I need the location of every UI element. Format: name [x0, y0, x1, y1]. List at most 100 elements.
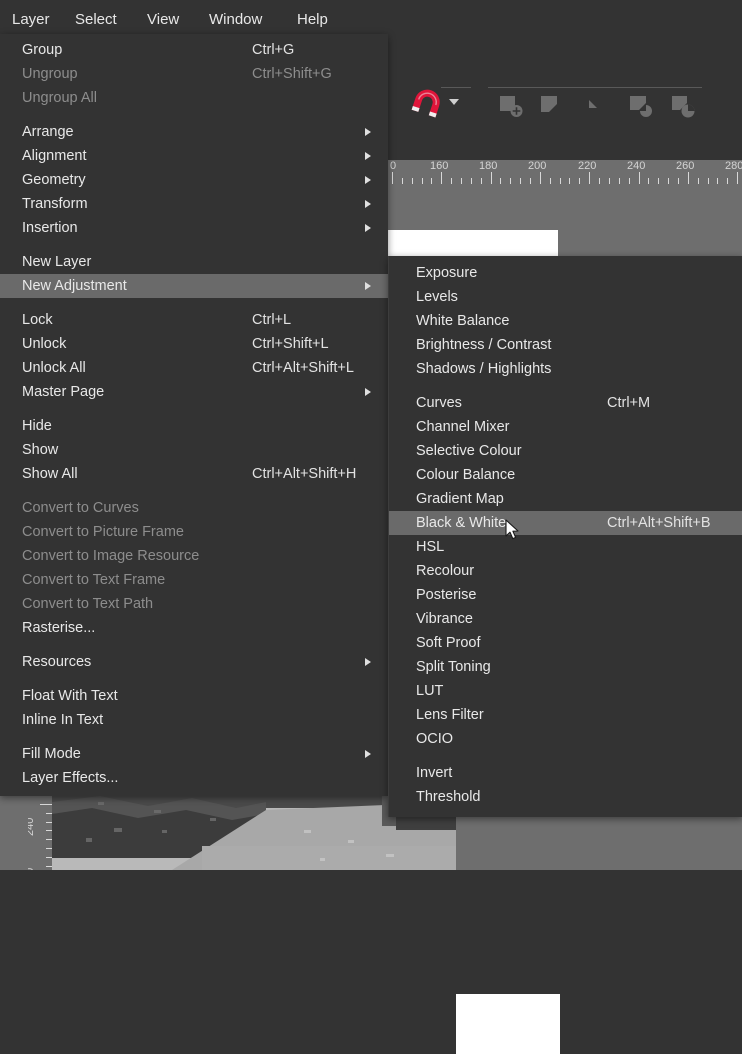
- layer-menu-item-label: Hide: [22, 418, 52, 434]
- adjustment-menu-item-posterise[interactable]: Posterise: [389, 583, 742, 607]
- layer-menu-separator: [0, 640, 388, 650]
- layer-menu-item-insertion[interactable]: Insertion: [0, 216, 388, 240]
- ruler-tick: [46, 848, 52, 849]
- layer-menu-item-label: Convert to Curves: [22, 500, 139, 516]
- layer-menu-item-label: Master Page: [22, 384, 105, 400]
- adjustment-menu-item-split-toning[interactable]: Split Toning: [389, 655, 742, 679]
- menu-new-adjustment-submenu[interactable]: Exposure Levels White Balance Brightness / …: [388, 256, 742, 817]
- ruler-tick: [599, 178, 600, 184]
- layer-menu-item-rasterise[interactable]: Rasterise...: [0, 616, 388, 640]
- adjustment-menu-item-hsl[interactable]: HSL: [389, 535, 742, 559]
- layer-menu-item-unlock-all[interactable]: Unlock All Ctrl+Alt+Shift+L: [0, 356, 388, 380]
- add-mask-icon[interactable]: [498, 93, 524, 119]
- layer-menu-item-shortcut: Ctrl+L: [252, 312, 292, 328]
- mask-small-icon[interactable]: [583, 93, 609, 119]
- ruler-tick: [727, 178, 728, 184]
- adjustment-menu-item-brightness-contrast[interactable]: Brightness / Contrast: [389, 333, 742, 357]
- adjustment-menu-item-lens-filter[interactable]: Lens Filter: [389, 703, 742, 727]
- adjustment-menu-item-label: Selective Colour: [416, 443, 522, 459]
- menubar-item-layer[interactable]: Layer: [12, 11, 50, 28]
- adjustment-menu-item-colour-balance[interactable]: Colour Balance: [389, 463, 742, 487]
- layer-menu-item-show-all[interactable]: Show All Ctrl+Alt+Shift+H: [0, 462, 388, 486]
- ruler-tick: [688, 172, 689, 184]
- layer-menu-separator: [0, 486, 388, 496]
- layer-menu-item-label: Convert to Text Path: [22, 596, 154, 612]
- adjustment-menu-item-label: Recolour: [416, 563, 475, 579]
- adjustment-menu-item-gradient-map[interactable]: Gradient Map: [389, 487, 742, 511]
- adjustment-menu-item-invert[interactable]: Invert: [389, 761, 742, 785]
- adjustment-menu-item-ocio[interactable]: OCIO: [389, 727, 742, 751]
- layer-menu-item-label: New Layer: [22, 254, 92, 270]
- adjustment-menu-item-lut[interactable]: LUT: [389, 679, 742, 703]
- layer-menu-item-master-page[interactable]: Master Page: [0, 380, 388, 404]
- submenu-arrow-icon: [365, 128, 371, 136]
- horizontal-ruler[interactable]: 0 160 180 200 220 240 260 280: [388, 160, 742, 184]
- adjustment-menu-item-white-balance[interactable]: White Balance: [389, 309, 742, 333]
- toolbar-divider-right: [488, 87, 702, 88]
- layer-menu-item-label: Alignment: [22, 148, 87, 164]
- menubar-item-help[interactable]: Help: [297, 11, 328, 28]
- ruler-tick: [579, 178, 580, 184]
- adjustment-menu-item-vibrance[interactable]: Vibrance: [389, 607, 742, 631]
- layer-menu-item-shortcut: Ctrl+G: [252, 42, 295, 58]
- application-root: 0160180200220240260280 22024060: [0, 0, 742, 1054]
- adjustment-menu-item-shadows-highlights[interactable]: Shadows / Highlights: [389, 357, 742, 381]
- layer-menu-item-shortcut: Ctrl+Alt+Shift+L: [252, 360, 354, 376]
- menubar-item-view[interactable]: View: [147, 11, 179, 28]
- fill-layer-icon[interactable]: [670, 93, 696, 119]
- ruler-tick: [481, 178, 482, 184]
- layer-menu-item-geometry[interactable]: Geometry: [0, 168, 388, 192]
- ruler-tick: [392, 172, 393, 184]
- magnet-snapping-icon[interactable]: [408, 86, 444, 122]
- layer-menu-item-layer-effects[interactable]: Layer Effects...: [0, 766, 388, 790]
- adjustment-menu-item-levels[interactable]: Levels: [389, 285, 742, 309]
- adjustment-menu-item-label: Channel Mixer: [416, 419, 510, 435]
- adjustment-menu-item-recolour[interactable]: Recolour: [389, 559, 742, 583]
- layer-menu-item-hide[interactable]: Hide: [0, 414, 388, 438]
- layer-menu-item-label: Lock: [22, 312, 53, 328]
- layer-menu-item-shortcut: Ctrl+Shift+L: [252, 336, 329, 352]
- adjustment-menu-item-soft-proof[interactable]: Soft Proof: [389, 631, 742, 655]
- layer-menu-item-convert-to-text-path: Convert to Text Path: [0, 592, 388, 616]
- adjustment-menu-item-curves[interactable]: Curves Ctrl+M: [389, 391, 742, 415]
- layer-menu-item-arrange[interactable]: Arrange: [0, 120, 388, 144]
- adjustment-menu-separator: [389, 751, 742, 761]
- submenu-arrow-icon: [365, 750, 371, 758]
- ruler-tick: [698, 178, 699, 184]
- layer-menu-item-label: Unlock All: [22, 360, 86, 376]
- layer-menu-item-new-layer[interactable]: New Layer: [0, 250, 388, 274]
- adjustment-menu-item-label: Split Toning: [416, 659, 491, 675]
- layer-menu-item-float-with-text[interactable]: Float With Text: [0, 684, 388, 708]
- adjustment-menu-item-selective-colour[interactable]: Selective Colour: [389, 439, 742, 463]
- layer-menu-separator: [0, 240, 388, 250]
- canvas-white-strip: [388, 230, 558, 256]
- ruler-tick: [431, 178, 432, 184]
- layer-menu-item-label: Show: [22, 442, 59, 458]
- layer-menu-item-alignment[interactable]: Alignment: [0, 144, 388, 168]
- adjustment-layer-icon[interactable]: [628, 93, 654, 119]
- ruler-tick: [658, 178, 659, 184]
- layer-menu-item-unlock[interactable]: Unlock Ctrl+Shift+L: [0, 332, 388, 356]
- layer-menu-item-show[interactable]: Show: [0, 438, 388, 462]
- menubar-item-window[interactable]: Window: [209, 11, 262, 28]
- layer-menu-item-inline-in-text[interactable]: Inline In Text: [0, 708, 388, 732]
- adjustment-menu-item-threshold[interactable]: Threshold: [389, 785, 742, 809]
- ruler-tick: [46, 857, 52, 858]
- ruler-tick: [40, 804, 52, 805]
- layer-menu-item-lock[interactable]: Lock Ctrl+L: [0, 308, 388, 332]
- ruler-tick: [441, 172, 442, 184]
- layer-menu-item-resources[interactable]: Resources: [0, 650, 388, 674]
- menubar-item-select[interactable]: Select: [75, 11, 117, 28]
- snapping-dropdown-caret-icon[interactable]: [449, 99, 459, 105]
- layer-menu-item-new-adjustment[interactable]: New Adjustment: [0, 274, 388, 298]
- layer-menu-item-transform[interactable]: Transform: [0, 192, 388, 216]
- layer-menu-item-fill-mode[interactable]: Fill Mode: [0, 742, 388, 766]
- layer-menu-item-group[interactable]: Group Ctrl+G: [0, 38, 388, 62]
- ruler-tick: [569, 178, 570, 184]
- mask-icon[interactable]: [538, 93, 564, 119]
- adjustment-menu-item-channel-mixer[interactable]: Channel Mixer: [389, 415, 742, 439]
- ruler-tick: [46, 866, 52, 867]
- adjustment-menu-item-black-white[interactable]: Black & White Ctrl+Alt+Shift+B: [389, 511, 742, 535]
- adjustment-menu-item-exposure[interactable]: Exposure: [389, 261, 742, 285]
- menu-layer-dropdown[interactable]: Group Ctrl+G Ungroup Ctrl+Shift+G Ungroup Al…: [0, 34, 388, 796]
